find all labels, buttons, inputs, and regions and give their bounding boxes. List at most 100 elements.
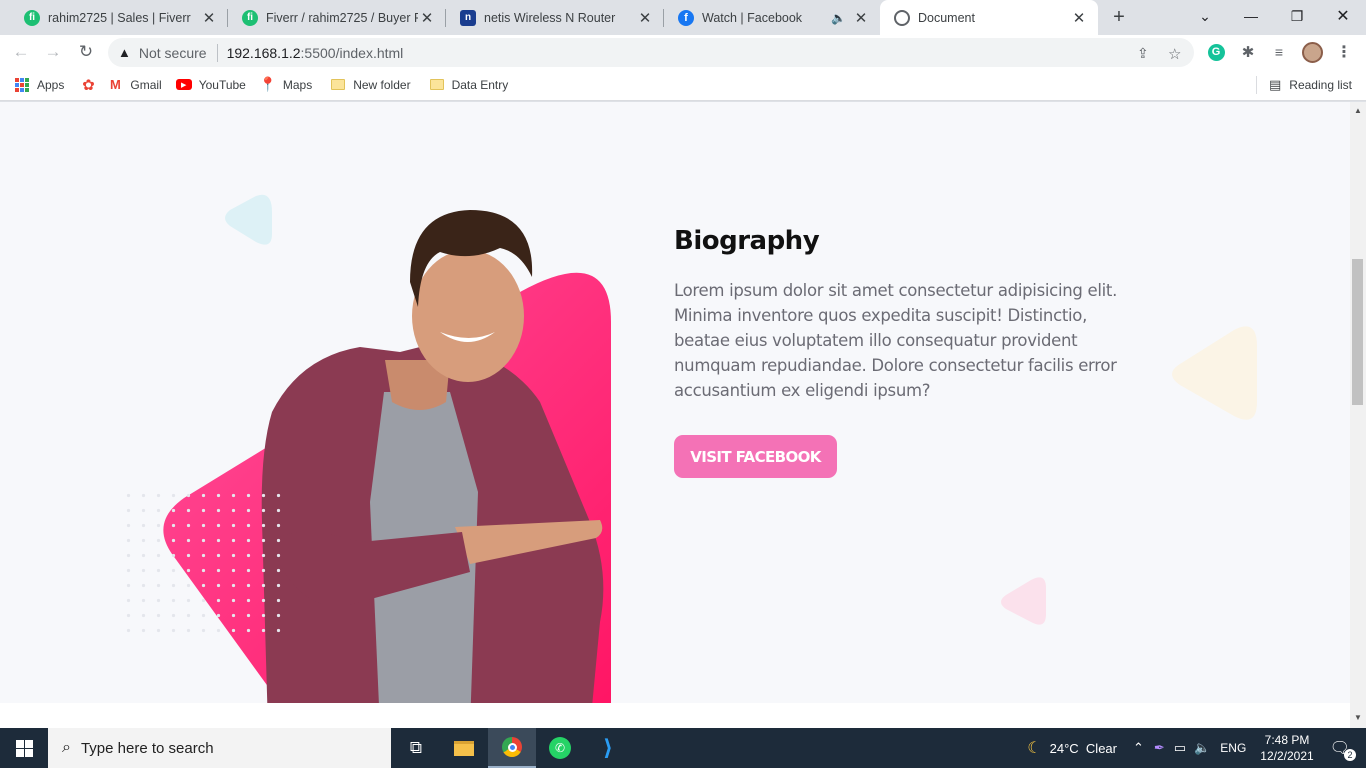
windows-logo-icon (15, 739, 33, 757)
url-path: :5500/index.html (300, 44, 404, 61)
dot-grid-pattern (121, 488, 281, 638)
file-explorer-icon[interactable] (440, 728, 488, 768)
close-icon[interactable]: ✕ (1070, 9, 1088, 27)
bookmark-youtube[interactable]: ▶ YouTube (175, 77, 246, 93)
biography-paragraph: Lorem ipsum dolor sit amet consectetur a… (674, 281, 1118, 400)
globe-icon (894, 9, 910, 26)
tab-title: netis Wireless N Router (484, 10, 616, 25)
light-blue-triangle (225, 194, 272, 245)
media-control-icon[interactable]: ≡ (1268, 41, 1290, 63)
moon-weather-icon[interactable]: ☾ (1027, 738, 1041, 758)
pink-small-triangle (1001, 577, 1046, 625)
next-section (0, 703, 1350, 728)
tab-fiverr-buyer[interactable]: fi Fiverr / rahim2725 / Buyer Re ✕ (228, 0, 446, 35)
bookmarks-bar: Apps ✿ M Gmail ▶ YouTube 📍 Maps New fold… (0, 69, 1366, 101)
audio-playing-icon[interactable]: 🔈 (831, 11, 846, 25)
new-tab-button[interactable]: + (1108, 6, 1130, 28)
fiverr-icon: fi (242, 9, 258, 26)
pen-icon[interactable]: ✒ (1154, 740, 1165, 756)
youtube-icon: ▶ (175, 77, 192, 93)
reload-icon[interactable]: ↻ (74, 40, 98, 64)
chrome-icon[interactable] (488, 728, 536, 768)
photos-icon: ✿ (82, 76, 95, 94)
facebook-icon: f (678, 9, 694, 26)
browser-toolbar: ← → ↻ ▲ Not secure 192.168.1.2:5500/inde… (0, 35, 1366, 69)
close-icon[interactable]: ✕ (852, 9, 870, 27)
start-button[interactable] (0, 728, 48, 768)
close-icon[interactable]: ✕ (418, 9, 436, 27)
notification-center-icon[interactable]: 🗨 2 (1330, 738, 1356, 761)
windows-taskbar: ⌕ Type here to search ⧉ ✆ ⟩ ☾ 24°C Clear… (0, 728, 1366, 768)
address-bar[interactable]: ▲ Not secure 192.168.1.2:5500/index.html… (108, 38, 1194, 67)
show-hidden-icons-chevron-icon[interactable]: ⌃ (1133, 740, 1144, 756)
whatsapp-icon[interactable]: ✆ (536, 728, 584, 768)
vscode-icon[interactable]: ⟩ (584, 728, 632, 768)
bookmark-data-entry[interactable]: Data Entry (429, 77, 509, 93)
search-icon: ⌕ (62, 739, 71, 756)
clock-date: 12/2/2021 (1260, 749, 1314, 763)
tab-facebook-watch[interactable]: f Watch | Facebook 🔈 ✕ (664, 0, 880, 35)
network-icon[interactable]: ▭ (1174, 740, 1186, 756)
bookmark-label: Apps (37, 77, 65, 92)
netis-icon: n (460, 9, 476, 26)
visit-facebook-button[interactable]: VISIT FACEBOOK (674, 435, 837, 478)
tab-netis-router[interactable]: n netis Wireless N Router ✕ (446, 0, 664, 35)
taskbar-search-box[interactable]: ⌕ Type here to search (48, 728, 391, 768)
tab-title: rahim2725 | Sales | Fiverr (48, 10, 191, 25)
grammarly-icon[interactable]: G (1205, 41, 1227, 63)
minimize-button[interactable]: — (1228, 0, 1274, 32)
warning-triangle-icon[interactable]: ▲ (118, 45, 131, 60)
vertical-scrollbar[interactable] (1350, 102, 1366, 728)
clock-time: 7:48 PM (1264, 733, 1310, 747)
security-label[interactable]: Not secure (139, 45, 207, 61)
tab-title: Fiverr / rahim2725 / Buyer Re (266, 10, 418, 25)
language-indicator[interactable]: ENG (1220, 741, 1246, 755)
close-icon[interactable]: ✕ (636, 9, 654, 27)
url-host: 192.168.1.2 (226, 44, 301, 61)
bookmark-new-folder[interactable]: New folder (330, 77, 411, 93)
close-icon[interactable]: ✕ (200, 9, 218, 27)
omnibox-divider (216, 43, 218, 62)
extensions-puzzle-icon[interactable]: ✱ (1237, 41, 1259, 63)
fiverr-icon: fi (24, 9, 40, 26)
profile-avatar[interactable] (1301, 41, 1323, 63)
reading-list-label: Reading list (1289, 77, 1352, 92)
share-icon[interactable]: ⇪ (1137, 45, 1149, 62)
bookmark-label: New folder (353, 77, 411, 92)
folder-icon (429, 77, 445, 93)
tab-strip: fi rahim2725 | Sales | Fiverr ✕ fi Fiver… (0, 0, 1366, 35)
bookmarks-divider (1256, 75, 1257, 94)
weather-text[interactable]: 24°C Clear (1050, 741, 1117, 756)
restore-button[interactable]: ❐ (1274, 0, 1320, 32)
reading-list-button[interactable]: ▤ Reading list (1256, 69, 1352, 100)
close-window-button[interactable]: ✕ (1320, 0, 1366, 32)
scroll-down-arrow-icon[interactable]: ▼ (1352, 713, 1364, 722)
volume-icon[interactable]: 🔈 (1194, 740, 1210, 756)
scrollbar-thumb[interactable] (1352, 259, 1363, 405)
search-placeholder: Type here to search (80, 739, 214, 757)
maps-icon: 📍 (259, 76, 277, 92)
gmail-icon: M (109, 77, 121, 92)
cream-triangle (1172, 326, 1257, 420)
forward-arrow-icon[interactable]: → (41, 40, 65, 64)
reading-list-icon: ▤ (1269, 76, 1282, 92)
bookmark-apps[interactable]: Apps (14, 77, 64, 93)
menu-kebab-icon[interactable]: ⋮ (1333, 41, 1355, 63)
tab-fiverr-sales[interactable]: fi rahim2725 | Sales | Fiverr ✕ (10, 0, 228, 35)
apps-grid-icon (14, 77, 30, 93)
tab-search-chevron-icon[interactable]: ⌄ (1182, 0, 1228, 32)
page-viewport: Biography Lorem ipsum dolor sit amet con… (0, 102, 1350, 728)
back-arrow-icon[interactable]: ← (9, 40, 33, 64)
bookmark-label: Data Entry (451, 77, 509, 92)
clock[interactable]: 7:48 PM 12/2/2021 (1260, 732, 1313, 764)
tab-document[interactable]: Document ✕ (880, 0, 1098, 35)
task-view-icon[interactable]: ⧉ (392, 728, 440, 768)
bookmark-photos[interactable]: ✿ (80, 76, 103, 94)
url-text[interactable]: 192.168.1.2:5500/index.html (227, 45, 404, 61)
bookmark-star-icon[interactable]: ☆ (1168, 45, 1181, 63)
notification-count-badge: 2 (1344, 749, 1356, 761)
folder-icon (330, 77, 346, 93)
bookmark-maps[interactable]: 📍 Maps (259, 76, 312, 93)
scroll-up-arrow-icon[interactable]: ▲ (1352, 106, 1364, 115)
bookmark-gmail[interactable]: M Gmail (107, 77, 162, 93)
